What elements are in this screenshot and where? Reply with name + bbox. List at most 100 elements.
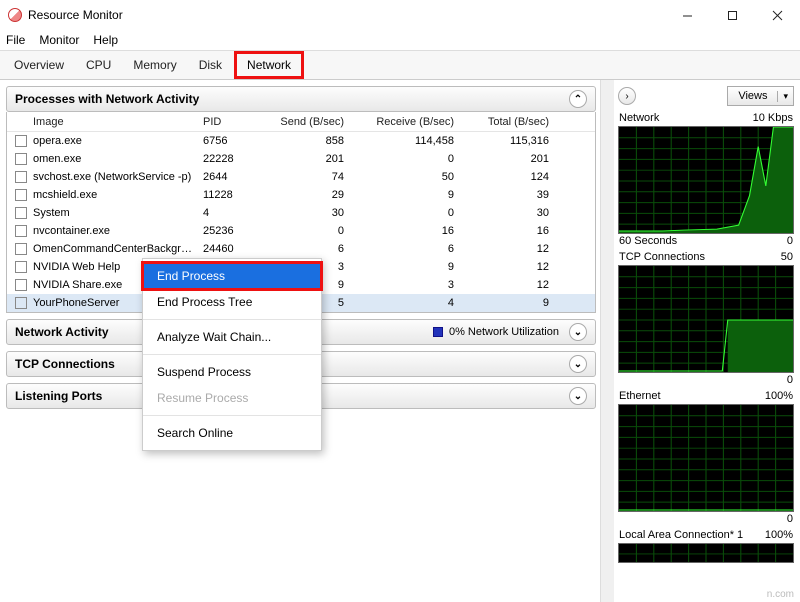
tab-network[interactable]: Network — [234, 51, 304, 79]
checkbox[interactable] — [15, 243, 27, 255]
cell-image: opera.exe — [29, 135, 199, 147]
cell-send: 858 — [259, 135, 354, 147]
ctx-search-online[interactable]: Search Online — [143, 420, 321, 446]
table-row[interactable]: omen.exe 22228 201 0 201 — [7, 150, 595, 168]
ctx-end-process[interactable]: End Process — [143, 263, 321, 289]
graph-scale: 50 — [781, 251, 793, 263]
graph-ethernet: Ethernet100% 0 — [618, 390, 794, 525]
cell-recv: 50 — [354, 171, 464, 183]
ctx-analyze-wait-chain[interactable]: Analyze Wait Chain... — [143, 324, 321, 350]
cell-send: 30 — [259, 207, 354, 219]
cell-recv: 3 — [354, 279, 464, 291]
cell-pid: 11228 — [199, 189, 259, 201]
checkbox[interactable] — [15, 225, 27, 237]
col-total[interactable]: Total (B/sec) — [464, 116, 559, 128]
checkbox[interactable] — [15, 189, 27, 201]
table-row[interactable]: svchost.exe (NetworkService -p) 2644 74 … — [7, 168, 595, 186]
cell-send: 201 — [259, 153, 354, 165]
window-title: Resource Monitor — [28, 8, 123, 22]
minimize-button[interactable] — [665, 0, 710, 30]
collapse-right-icon[interactable]: › — [618, 87, 636, 105]
graph-network: Network 10 Kbps 60 Seconds 0 — [618, 112, 794, 247]
cell-pid: 22228 — [199, 153, 259, 165]
checkbox[interactable] — [15, 153, 27, 165]
cell-pid: 24460 — [199, 243, 259, 255]
tab-disk[interactable]: Disk — [189, 54, 232, 76]
graph-scale: 10 Kbps — [753, 112, 793, 124]
table-row[interactable]: mcshield.exe 11228 29 9 39 — [7, 186, 595, 204]
checkbox[interactable] — [15, 171, 27, 183]
menu-help[interactable]: Help — [93, 33, 118, 47]
checkbox[interactable] — [15, 297, 27, 309]
graph-lan: Local Area Connection* 1 100% — [618, 529, 794, 563]
legend-square-icon — [433, 327, 443, 337]
tab-memory[interactable]: Memory — [123, 54, 186, 76]
graph-canvas — [618, 265, 794, 373]
cell-total: 30 — [464, 207, 559, 219]
cell-image: nvcontainer.exe — [29, 225, 199, 237]
tab-overview[interactable]: Overview — [4, 54, 74, 76]
scrollbar[interactable] — [600, 80, 614, 602]
cell-total: 12 — [464, 261, 559, 273]
views-dropdown[interactable]: Views ▾ — [727, 86, 794, 106]
col-send[interactable]: Send (B/sec) — [259, 116, 354, 128]
close-button[interactable] — [755, 0, 800, 30]
cell-total: 12 — [464, 279, 559, 291]
maximize-button[interactable] — [710, 0, 755, 30]
cell-recv: 6 — [354, 243, 464, 255]
right-pane: › Views ▾ Network10 Kbps 60 Seconds0 TCP… — [614, 80, 800, 602]
expand-icon[interactable]: ⌄ — [569, 387, 587, 405]
graph-footer-right: 0 — [787, 235, 793, 247]
checkbox[interactable] — [15, 279, 27, 291]
table-row[interactable]: opera.exe 6756 858 114,458 115,316 — [7, 132, 595, 150]
cell-recv: 4 — [354, 297, 464, 309]
cell-send: 0 — [259, 225, 354, 237]
checkbox[interactable] — [15, 261, 27, 273]
cell-image: mcshield.exe — [29, 189, 199, 201]
table-row[interactable]: System 4 30 0 30 — [7, 204, 595, 222]
chevron-down-icon: ▾ — [777, 91, 793, 102]
graph-title: Ethernet — [619, 390, 661, 402]
graph-footer-left: 60 Seconds — [619, 235, 677, 247]
graph-footer-right: 0 — [787, 374, 793, 386]
cell-total: 39 — [464, 189, 559, 201]
cell-recv: 9 — [354, 261, 464, 273]
graph-scale: 100% — [765, 529, 793, 541]
title-bar: Resource Monitor — [0, 0, 800, 30]
cell-image: System — [29, 207, 199, 219]
ctx-suspend-process[interactable]: Suspend Process — [143, 359, 321, 385]
cell-total: 12 — [464, 243, 559, 255]
col-pid[interactable]: PID — [199, 116, 259, 128]
checkbox[interactable] — [15, 135, 27, 147]
tab-cpu[interactable]: CPU — [76, 54, 121, 76]
table-row[interactable]: OmenCommandCenterBackgro… 24460 6 6 12 — [7, 240, 595, 258]
table-header: Image PID Send (B/sec) Receive (B/sec) T… — [7, 112, 595, 132]
col-recv[interactable]: Receive (B/sec) — [354, 116, 464, 128]
section-processes-title: Processes with Network Activity — [15, 92, 199, 106]
cell-send: 29 — [259, 189, 354, 201]
expand-icon[interactable]: ⌄ — [569, 323, 587, 341]
menu-file[interactable]: File — [6, 33, 25, 47]
cell-send: 6 — [259, 243, 354, 255]
section-processes-header[interactable]: Processes with Network Activity ⌃ — [6, 86, 596, 112]
graph-title: Local Area Connection* 1 — [619, 529, 743, 541]
cell-total: 201 — [464, 153, 559, 165]
collapse-icon[interactable]: ⌃ — [569, 90, 587, 108]
cell-recv: 0 — [354, 153, 464, 165]
graph-canvas — [618, 543, 794, 563]
menu-monitor[interactable]: Monitor — [39, 33, 79, 47]
cell-recv: 9 — [354, 189, 464, 201]
col-image[interactable]: Image — [29, 116, 199, 128]
cell-recv: 16 — [354, 225, 464, 237]
table-row[interactable]: nvcontainer.exe 25236 0 16 16 — [7, 222, 595, 240]
graph-scale: 100% — [765, 390, 793, 402]
cell-recv: 114,458 — [354, 135, 464, 147]
cell-recv: 0 — [354, 207, 464, 219]
utilization-legend: 0% Network Utilization — [433, 326, 559, 338]
cell-send: 74 — [259, 171, 354, 183]
ctx-end-process-tree[interactable]: End Process Tree — [143, 289, 321, 315]
graph-title: Network — [619, 112, 659, 124]
checkbox[interactable] — [15, 207, 27, 219]
expand-icon[interactable]: ⌄ — [569, 355, 587, 373]
cell-image: svchost.exe (NetworkService -p) — [29, 171, 199, 183]
